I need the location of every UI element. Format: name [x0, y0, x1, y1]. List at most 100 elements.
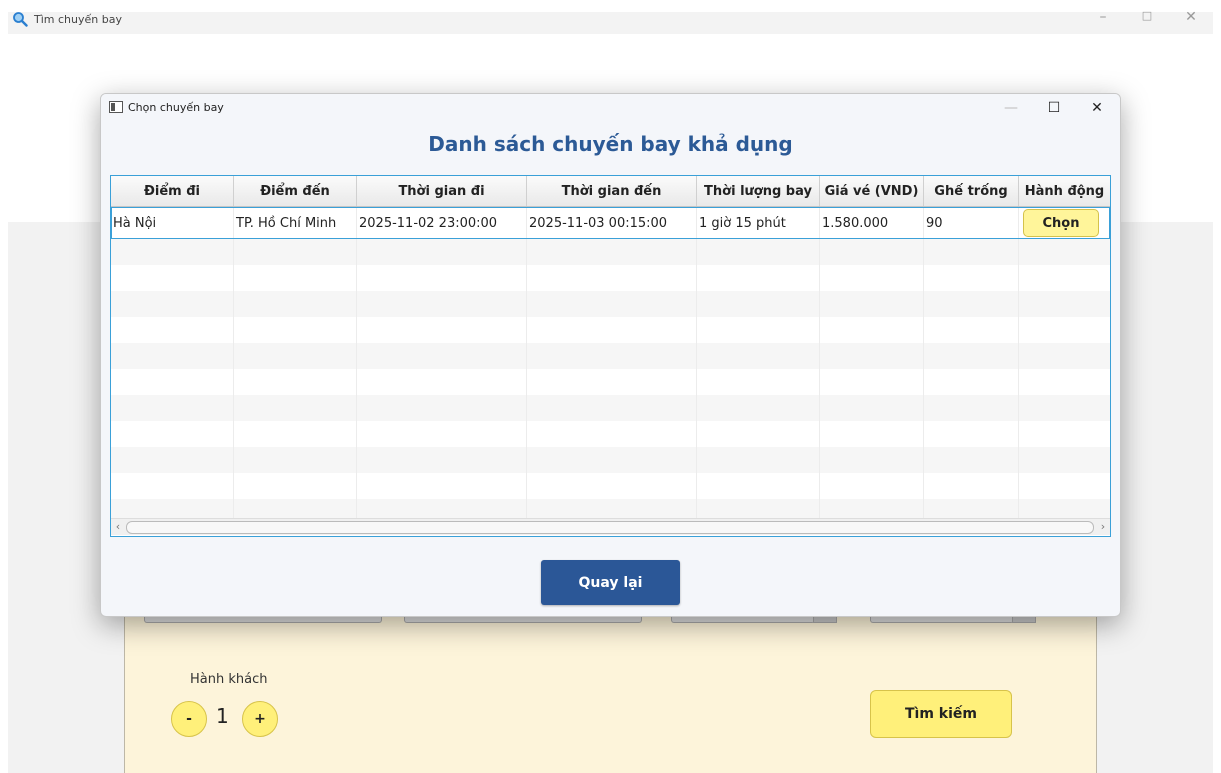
column-header[interactable]: Thời gian đến — [527, 176, 697, 206]
empty-cell — [697, 239, 820, 265]
empty-cell — [1019, 291, 1110, 317]
main-maximize-button[interactable]: □ — [1137, 9, 1157, 22]
empty-cell — [234, 317, 357, 343]
empty-table-row — [111, 265, 1110, 291]
empty-cell — [527, 265, 697, 291]
empty-cell — [357, 239, 527, 265]
empty-cell — [697, 421, 820, 447]
cell-action: Chọn — [1019, 207, 1110, 239]
empty-cell — [697, 265, 820, 291]
empty-cell — [820, 317, 924, 343]
column-header[interactable]: Ghế trống — [924, 176, 1019, 206]
empty-cell — [1019, 317, 1110, 343]
empty-cell — [234, 395, 357, 421]
passenger-increase-button[interactable]: + — [242, 701, 278, 737]
empty-table-row — [111, 317, 1110, 343]
cell-seats: 90 — [924, 207, 1019, 239]
main-titlebar — [0, 0, 1221, 34]
empty-cell — [924, 395, 1019, 421]
scroll-right-icon[interactable]: › — [1096, 519, 1110, 535]
empty-cell — [697, 317, 820, 343]
empty-cell — [111, 317, 234, 343]
table-row[interactable]: Hà Nội TP. Hồ Chí Minh 2025-11-02 23:00:… — [111, 207, 1110, 239]
dialog-titlebar: Chọn chuyến bay — ☐ ✕ — [101, 94, 1120, 122]
empty-cell — [527, 395, 697, 421]
search-panel — [124, 600, 1097, 773]
empty-cell — [924, 447, 1019, 473]
table-body: Hà Nội TP. Hồ Chí Minh 2025-11-02 23:00:… — [111, 207, 1110, 525]
empty-cell — [527, 239, 697, 265]
empty-cell — [234, 447, 357, 473]
empty-cell — [924, 421, 1019, 447]
empty-table-row — [111, 291, 1110, 317]
choose-flight-dialog: Chọn chuyến bay — ☐ ✕ Danh sách chuyến b… — [100, 93, 1121, 617]
empty-cell — [527, 421, 697, 447]
empty-cell — [234, 369, 357, 395]
empty-cell — [111, 447, 234, 473]
empty-cell — [357, 447, 527, 473]
empty-cell — [820, 473, 924, 499]
empty-cell — [820, 369, 924, 395]
empty-cell — [820, 343, 924, 369]
empty-cell — [111, 265, 234, 291]
scroll-left-icon[interactable]: ‹ — [111, 519, 125, 535]
empty-cell — [234, 265, 357, 291]
empty-cell — [1019, 421, 1110, 447]
back-button[interactable]: Quay lại — [541, 560, 680, 605]
empty-cell — [1019, 369, 1110, 395]
empty-cell — [111, 343, 234, 369]
dialog-maximize-button[interactable]: ☐ — [1043, 98, 1065, 118]
main-window-title: Tìm chuyến bay — [34, 13, 122, 26]
empty-cell — [357, 473, 527, 499]
cell-origin: Hà Nội — [111, 207, 234, 239]
column-header[interactable]: Điểm đến — [234, 176, 357, 206]
empty-cell — [924, 291, 1019, 317]
empty-cell — [527, 317, 697, 343]
passenger-decrease-button[interactable]: - — [171, 701, 207, 737]
empty-cell — [697, 395, 820, 421]
scrollbar-thumb[interactable] — [126, 521, 1094, 534]
empty-cell — [111, 239, 234, 265]
empty-cell — [357, 265, 527, 291]
empty-cell — [820, 447, 924, 473]
empty-cell — [820, 239, 924, 265]
main-close-button[interactable]: ✕ — [1181, 9, 1201, 25]
empty-cell — [924, 265, 1019, 291]
table-header: Điểm đi Điểm đến Thời gian đi Thời gian … — [111, 176, 1110, 207]
column-header[interactable]: Điểm đi — [111, 176, 234, 206]
horizontal-scrollbar[interactable]: ‹ › — [111, 518, 1110, 535]
empty-cell — [111, 291, 234, 317]
empty-cell — [697, 291, 820, 317]
cell-arrival: 2025-11-03 00:15:00 — [527, 207, 697, 239]
empty-cell — [1019, 395, 1110, 421]
column-header[interactable]: Giá vé (VND) — [820, 176, 924, 206]
empty-cell — [527, 343, 697, 369]
column-header[interactable]: Thời gian đi — [357, 176, 527, 206]
empty-cell — [924, 473, 1019, 499]
column-header[interactable]: Thời lượng bay — [697, 176, 820, 206]
dialog-close-button[interactable]: ✕ — [1086, 98, 1108, 118]
empty-table-row — [111, 421, 1110, 447]
empty-cell — [111, 395, 234, 421]
choose-flight-button[interactable]: Chọn — [1023, 209, 1099, 237]
empty-cell — [357, 343, 527, 369]
column-header[interactable]: Hành động — [1019, 176, 1110, 206]
cell-destination: TP. Hồ Chí Minh — [234, 207, 357, 239]
dialog-title: Chọn chuyến bay — [128, 101, 224, 114]
empty-cell — [1019, 343, 1110, 369]
passenger-count: 1 — [216, 704, 229, 728]
search-button[interactable]: Tìm kiếm — [870, 690, 1012, 738]
empty-cell — [357, 291, 527, 317]
empty-cell — [820, 395, 924, 421]
empty-cell — [111, 421, 234, 447]
empty-cell — [924, 369, 1019, 395]
empty-cell — [527, 369, 697, 395]
empty-cell — [1019, 447, 1110, 473]
cell-price: 1.580.000 — [820, 207, 924, 239]
empty-cell — [697, 473, 820, 499]
main-minimize-button[interactable]: – — [1093, 9, 1113, 25]
main-titlebar-bar — [8, 12, 1213, 34]
dialog-minimize-button[interactable]: — — [1000, 98, 1022, 118]
empty-cell — [820, 265, 924, 291]
empty-cell — [697, 369, 820, 395]
